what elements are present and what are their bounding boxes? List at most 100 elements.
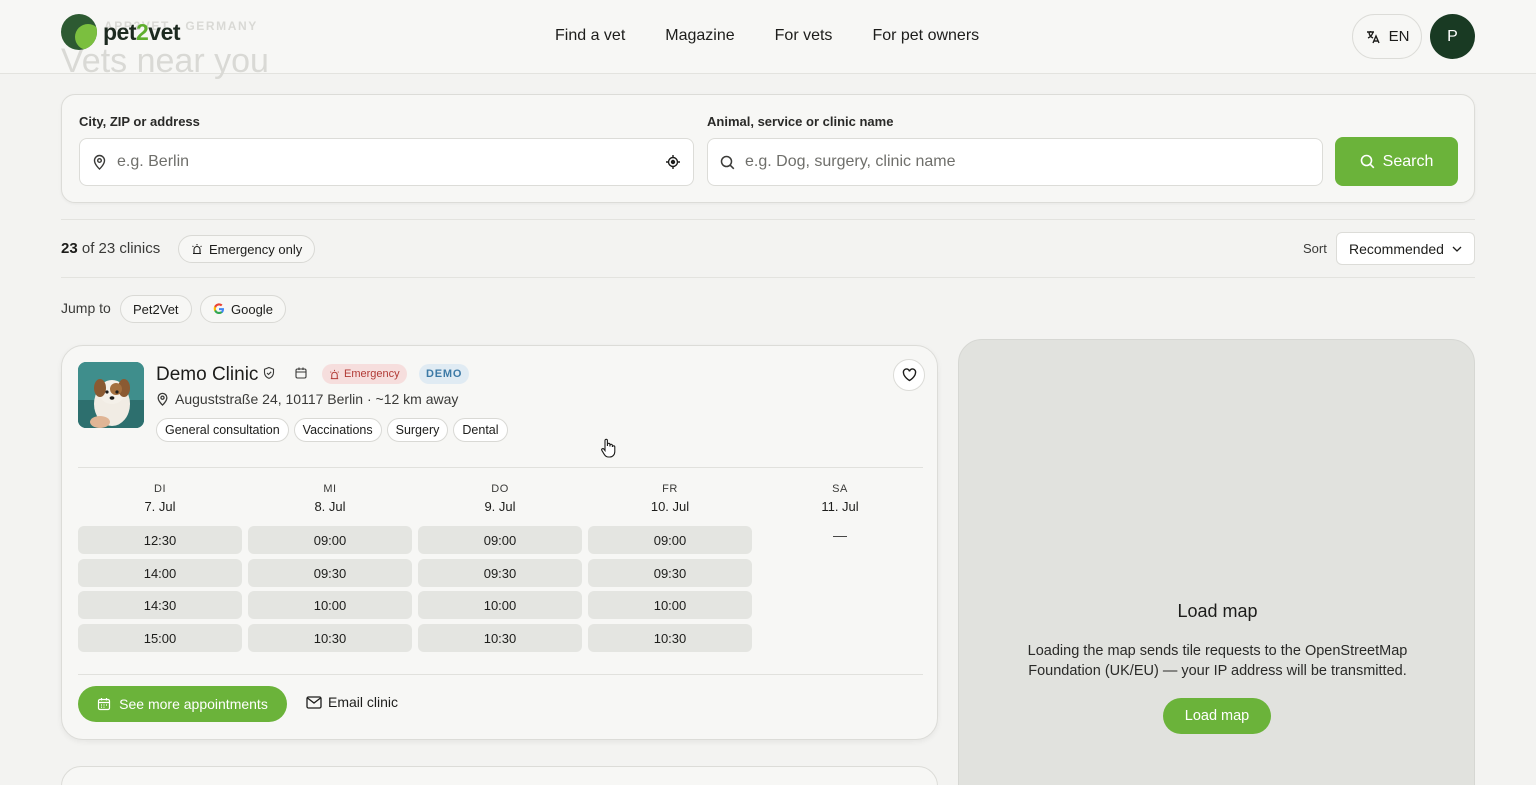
jump-link-label: Pet2Vet xyxy=(133,301,179,317)
search-icon xyxy=(720,155,735,169)
time-slot[interactable]: 15:00 xyxy=(78,624,242,652)
time-slot[interactable]: 09:30 xyxy=(418,559,582,587)
time-slot[interactable]: 09:00 xyxy=(248,526,412,554)
nav-magazine[interactable]: Magazine xyxy=(665,27,734,45)
day-column: SA 11. Jul — xyxy=(758,483,922,543)
day-date: 7. Jul xyxy=(144,499,176,514)
day-date: 8. Jul xyxy=(314,499,346,514)
time-slot[interactable]: 10:30 xyxy=(248,624,412,652)
verified-shield-icon xyxy=(263,366,275,379)
search-button-label: Search xyxy=(1382,152,1434,170)
chevron-down-icon xyxy=(1452,246,1462,252)
time-slot[interactable]: 10:30 xyxy=(588,624,752,652)
day-of-week: SA xyxy=(832,483,848,495)
map-pin-icon xyxy=(93,154,106,170)
nav-find-a-vet[interactable]: Find a vet xyxy=(555,27,625,45)
see-more-appointments-button[interactable]: See more appointments xyxy=(78,686,287,722)
online-booking-calendar-icon xyxy=(295,367,307,379)
email-clinic-button[interactable]: Email clinic xyxy=(306,694,398,710)
card-divider xyxy=(78,467,923,468)
day-column: DO 9. Jul 09:00 09:30 10:00 10:30 xyxy=(418,483,582,652)
logo[interactable]: pet2vet xyxy=(61,14,181,50)
service-tag: Vaccinations xyxy=(293,418,382,442)
emergency-badge: Emergency xyxy=(322,364,407,384)
clinic-card[interactable]: Demo Clinic Emergency DEMO Auguststraße … xyxy=(61,345,938,740)
day-of-week: FR xyxy=(662,483,678,495)
load-map-button[interactable]: Load map xyxy=(1163,698,1271,734)
day-date: 10. Jul xyxy=(650,499,690,514)
location-label: City, ZIP or address xyxy=(79,114,200,129)
logo-icon xyxy=(61,14,97,50)
time-slot[interactable]: 09:00 xyxy=(588,526,752,554)
query-input[interactable]: e.g. Dog, surgery, clinic name xyxy=(707,138,1323,186)
siren-icon xyxy=(330,369,339,379)
day-date: 11. Jul xyxy=(821,499,859,514)
emergency-filter-label: Emergency only xyxy=(209,241,303,257)
service-tag: Dental xyxy=(453,418,508,442)
day-column: FR 10. Jul 09:00 09:30 10:00 10:30 xyxy=(588,483,752,652)
location-input[interactable]: e.g. Berlin xyxy=(79,138,694,186)
time-slot[interactable]: 12:30 xyxy=(78,526,242,554)
heart-icon xyxy=(902,368,916,382)
map-title: Load map xyxy=(1177,601,1258,621)
service-tags: General consultation Vaccinations Surger… xyxy=(156,418,508,442)
user-avatar[interactable]: P xyxy=(1430,14,1475,59)
divider xyxy=(61,277,1475,278)
see-more-label: See more appointments xyxy=(119,696,268,712)
time-slot[interactable]: 09:00 xyxy=(418,526,582,554)
jump-link-google[interactable]: Google xyxy=(200,295,286,323)
clinic-name[interactable]: Demo Clinic xyxy=(156,364,258,386)
nav-for-pet-owners[interactable]: For pet owners xyxy=(872,27,979,45)
hand-cursor-icon xyxy=(601,438,616,458)
day-of-week: DO xyxy=(491,483,509,495)
sort-value: Recommended xyxy=(1349,240,1444,257)
query-placeholder: e.g. Dog, surgery, clinic name xyxy=(745,153,956,170)
mail-icon xyxy=(306,695,322,709)
logo-text: pet2vet xyxy=(103,18,181,45)
day-column: DI 7. Jul 12:30 14:00 14:30 15:00 xyxy=(78,483,242,652)
jump-link-pet2vet[interactable]: Pet2Vet xyxy=(120,295,192,323)
no-slots-indicator: — xyxy=(833,527,847,543)
sort-label: Sort xyxy=(1303,241,1327,256)
query-label: Animal, service or clinic name xyxy=(707,114,894,129)
card-divider xyxy=(78,674,923,675)
search-button[interactable]: Search xyxy=(1335,137,1458,186)
search-panel: City, ZIP or address e.g. Berlin Animal,… xyxy=(61,94,1475,203)
service-tag: General consultation xyxy=(156,418,289,442)
time-slot[interactable]: 10:00 xyxy=(418,591,582,619)
time-slot[interactable]: 10:00 xyxy=(588,591,752,619)
day-of-week: MI xyxy=(323,483,337,495)
day-column: MI 8. Jul 09:00 09:30 10:00 10:30 xyxy=(248,483,412,652)
service-tag: Surgery xyxy=(386,418,449,442)
jump-link-label: Google xyxy=(231,301,273,317)
next-clinic-card[interactable] xyxy=(61,766,938,785)
siren-icon xyxy=(192,244,202,255)
language-button[interactable]: EN xyxy=(1352,14,1422,59)
sort-select[interactable]: Recommended xyxy=(1336,232,1475,265)
divider xyxy=(61,219,1475,220)
day-date: 9. Jul xyxy=(484,499,516,514)
day-of-week: DI xyxy=(154,483,166,495)
translate-icon xyxy=(1366,30,1380,43)
search-icon xyxy=(1360,154,1375,169)
map-panel: Load map Loading the map sends tile requ… xyxy=(958,339,1475,785)
locate-me-icon[interactable] xyxy=(665,154,681,170)
language-label: EN xyxy=(1388,28,1410,45)
time-slot[interactable]: 14:00 xyxy=(78,559,242,587)
email-clinic-label: Email clinic xyxy=(328,694,399,710)
time-slot[interactable]: 09:30 xyxy=(248,559,412,587)
clinic-address: Auguststraße 24, 10117 Berlin · ~12 km a… xyxy=(156,391,458,407)
nav-for-vets[interactable]: For vets xyxy=(775,27,833,45)
time-slot[interactable]: 09:30 xyxy=(588,559,752,587)
top-header: APP2VET · GERMANY Vets near you pet2vet … xyxy=(0,0,1536,80)
time-slot[interactable]: 14:30 xyxy=(78,591,242,619)
demo-badge: DEMO xyxy=(419,364,470,384)
address-text: Auguststraße 24, 10117 Berlin · ~12 km a… xyxy=(175,391,459,407)
jump-label: Jump to xyxy=(61,300,111,316)
time-slot[interactable]: 10:30 xyxy=(418,624,582,652)
emergency-only-filter[interactable]: Emergency only xyxy=(178,235,316,263)
main-nav: Find a vet Magazine For vets For pet own… xyxy=(555,27,979,45)
clinic-photo xyxy=(78,362,144,428)
favorite-button[interactable] xyxy=(893,359,925,391)
time-slot[interactable]: 10:00 xyxy=(248,591,412,619)
